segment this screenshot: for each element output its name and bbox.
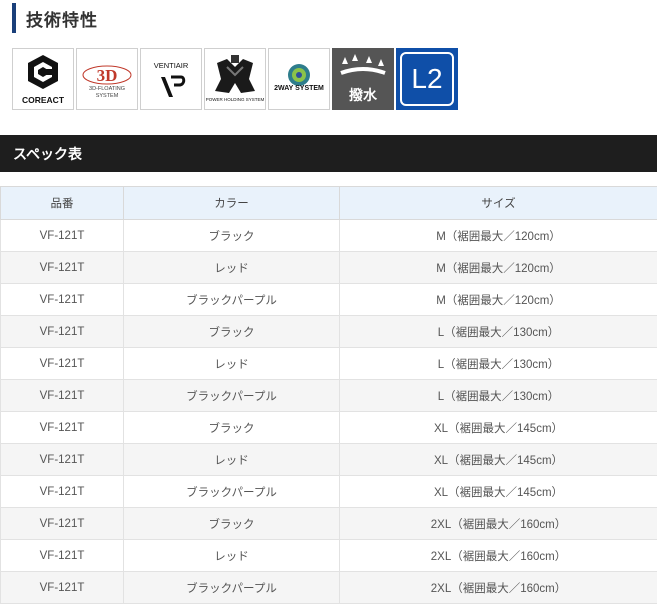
cell-color: ブラックパープル bbox=[123, 475, 340, 508]
cell-size: M（裾囲最大／120cm） bbox=[339, 219, 657, 252]
badge-l2: L2 bbox=[396, 48, 458, 110]
cell-part-number: VF-121T bbox=[0, 443, 124, 476]
table-row: VF-121T ブラック L（裾囲最大／130cm） bbox=[0, 315, 657, 348]
spec-table: 品番 カラー サイズ VF-121T ブラック M（裾囲最大／120cm） VF… bbox=[0, 186, 657, 604]
badge-label: 3D-FLOATING SYSTEM bbox=[89, 86, 125, 99]
section-title: 技術特性 bbox=[26, 10, 98, 31]
table-row: VF-121T ブラック M（裾囲最大／120cm） bbox=[0, 219, 657, 252]
table-row: VF-121T ブラック XL（裾囲最大／145cm） bbox=[0, 411, 657, 444]
ventiair-logo-icon bbox=[161, 75, 186, 97]
badge-label: 2WAY SYSTEM bbox=[274, 85, 324, 92]
water-repellent-icon bbox=[340, 54, 386, 75]
cell-part-number: VF-121T bbox=[0, 571, 124, 604]
heading-accent-bar bbox=[12, 3, 16, 33]
cell-size: XL（裾囲最大／145cm） bbox=[339, 411, 657, 444]
table-row: VF-121T レッド XL（裾囲最大／145cm） bbox=[0, 443, 657, 476]
table-row: VF-121T ブラックパープル L（裾囲最大／130cm） bbox=[0, 379, 657, 412]
table-row: VF-121T ブラック 2XL（裾囲最大／160cm） bbox=[0, 507, 657, 540]
cell-size: L（裾囲最大／130cm） bbox=[339, 379, 657, 412]
badge-coreact: COREACT bbox=[12, 48, 74, 110]
cell-color: レッド bbox=[123, 347, 340, 380]
table-row: VF-121T レッド 2XL（裾囲最大／160cm） bbox=[0, 539, 657, 572]
cell-part-number: VF-121T bbox=[0, 507, 124, 540]
column-header-part-number: 品番 bbox=[0, 186, 124, 220]
badge-power-holding-system: POWER HOLDING SYSTEM bbox=[204, 48, 266, 110]
cell-color: ブラック bbox=[123, 315, 340, 348]
cell-color: ブラック bbox=[123, 507, 340, 540]
table-row: VF-121T ブラックパープル 2XL（裾囲最大／160cm） bbox=[0, 571, 657, 604]
cell-part-number: VF-121T bbox=[0, 539, 124, 572]
cell-size: M（裾囲最大／120cm） bbox=[339, 283, 657, 316]
cell-part-number: VF-121T bbox=[0, 411, 124, 444]
badge-label: VENTIAIR bbox=[153, 61, 189, 70]
cell-part-number: VF-121T bbox=[0, 251, 124, 284]
table-row: VF-121T ブラックパープル XL（裾囲最大／145cm） bbox=[0, 475, 657, 508]
table-row: VF-121T ブラックパープル M（裾囲最大／120cm） bbox=[0, 283, 657, 316]
feature-badges: COREACT 3D 3D-FLOATING SYSTEM VENTIAIR P… bbox=[12, 48, 460, 110]
badge-ventiair: VENTIAIR bbox=[140, 48, 202, 110]
cell-color: ブラックパープル bbox=[123, 379, 340, 412]
badge-3d-floating-system: 3D 3D-FLOATING SYSTEM bbox=[76, 48, 138, 110]
badge-2way-system: 2WAY SYSTEM bbox=[268, 48, 330, 110]
cell-part-number: VF-121T bbox=[0, 315, 124, 348]
cell-color: ブラックパープル bbox=[123, 283, 340, 316]
spec-title: スペック表 bbox=[13, 146, 83, 163]
svg-text:3D: 3D bbox=[97, 66, 118, 85]
coreact-logo-icon bbox=[28, 55, 58, 89]
cell-part-number: VF-121T bbox=[0, 475, 124, 508]
section-heading: 技術特性 bbox=[12, 3, 98, 33]
cell-color: ブラック bbox=[123, 219, 340, 252]
cell-size: XL（裾囲最大／145cm） bbox=[339, 475, 657, 508]
table-row: VF-121T レッド L（裾囲最大／130cm） bbox=[0, 347, 657, 380]
column-header-color: カラー bbox=[123, 186, 340, 220]
cell-size: 2XL（裾囲最大／160cm） bbox=[339, 507, 657, 540]
cell-color: ブラックパープル bbox=[123, 571, 340, 604]
column-header-size: サイズ bbox=[339, 186, 657, 220]
table-row: VF-121T レッド M（裾囲最大／120cm） bbox=[0, 251, 657, 284]
cell-size: 2XL（裾囲最大／160cm） bbox=[339, 571, 657, 604]
badge-label: 撥水 bbox=[349, 88, 377, 104]
cell-part-number: VF-121T bbox=[0, 283, 124, 316]
cell-size: M（裾囲最大／120cm） bbox=[339, 251, 657, 284]
badge-label: COREACT bbox=[21, 95, 65, 105]
cell-size: XL（裾囲最大／145cm） bbox=[339, 443, 657, 476]
spec-table-header: スペック表 bbox=[0, 135, 657, 172]
cell-part-number: VF-121T bbox=[0, 347, 124, 380]
cell-size: 2XL（裾囲最大／160cm） bbox=[339, 539, 657, 572]
power-holding-system-icon bbox=[215, 55, 255, 93]
l2-badge-icon: L2 bbox=[400, 52, 454, 106]
cell-color: レッド bbox=[123, 251, 340, 284]
cell-color: レッド bbox=[123, 539, 340, 572]
cell-part-number: VF-121T bbox=[0, 379, 124, 412]
badge-label: POWER HOLDING SYSTEM bbox=[205, 97, 265, 102]
badge-water-repellent: 撥水 bbox=[332, 48, 394, 110]
badge-label: L2 bbox=[411, 63, 443, 94]
cell-part-number: VF-121T bbox=[0, 219, 124, 252]
cell-size: L（裾囲最大／130cm） bbox=[339, 347, 657, 380]
cell-size: L（裾囲最大／130cm） bbox=[339, 315, 657, 348]
table-header-row: 品番 カラー サイズ bbox=[0, 186, 657, 220]
cell-color: レッド bbox=[123, 443, 340, 476]
cell-color: ブラック bbox=[123, 411, 340, 444]
